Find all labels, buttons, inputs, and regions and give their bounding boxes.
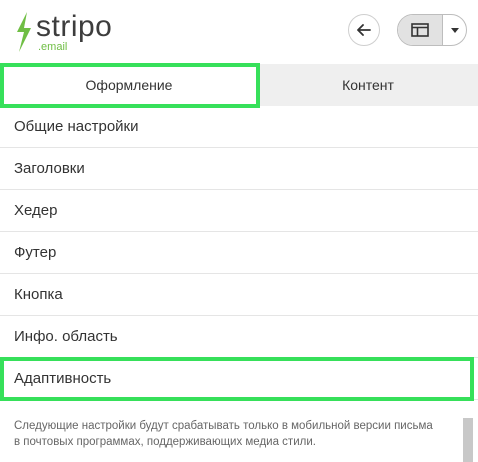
menu-item-adaptivity[interactable]: Адаптивность (0, 358, 478, 400)
menu-item-info-area[interactable]: Инфо. область (0, 316, 478, 358)
panel-layout-icon (411, 23, 429, 37)
header: stripo .email (0, 0, 478, 65)
layout-toggle-button[interactable] (398, 15, 443, 45)
panel-tabs: Оформление Контент (0, 64, 478, 107)
menu-item-footer[interactable]: Футер (0, 232, 478, 274)
back-button[interactable] (348, 14, 380, 46)
tab-design[interactable]: Оформление (0, 64, 258, 106)
menu-item-general-settings[interactable]: Общие настройки (0, 106, 478, 148)
description-line-1: Следующие настройки будут срабатывать то… (14, 420, 433, 432)
settings-menu: Общие настройки Заголовки Хедер Футер Кн… (0, 106, 478, 400)
lightning-icon (17, 12, 31, 52)
logo-subtext: .email (38, 41, 68, 53)
layout-switcher (397, 14, 467, 46)
description-line-2: в почтовых программах, поддерживающих ме… (14, 436, 316, 448)
menu-item-header[interactable]: Хедер (0, 190, 478, 232)
scrollbar[interactable] (463, 418, 473, 462)
arrow-left-icon (357, 24, 371, 36)
menu-item-headings[interactable]: Заголовки (0, 148, 478, 190)
tab-content[interactable]: Контент (258, 64, 478, 106)
logo: stripo .email (14, 10, 124, 56)
chevron-down-icon (450, 27, 459, 33)
menu-item-button[interactable]: Кнопка (0, 274, 478, 316)
editor-panel: stripo .email Оформление Контент Общие н… (0, 0, 478, 462)
layout-dropdown-button[interactable] (443, 15, 466, 45)
logo-text: stripo (36, 10, 113, 43)
mobile-settings-description: Следующие настройки будут срабатывать то… (14, 418, 454, 450)
